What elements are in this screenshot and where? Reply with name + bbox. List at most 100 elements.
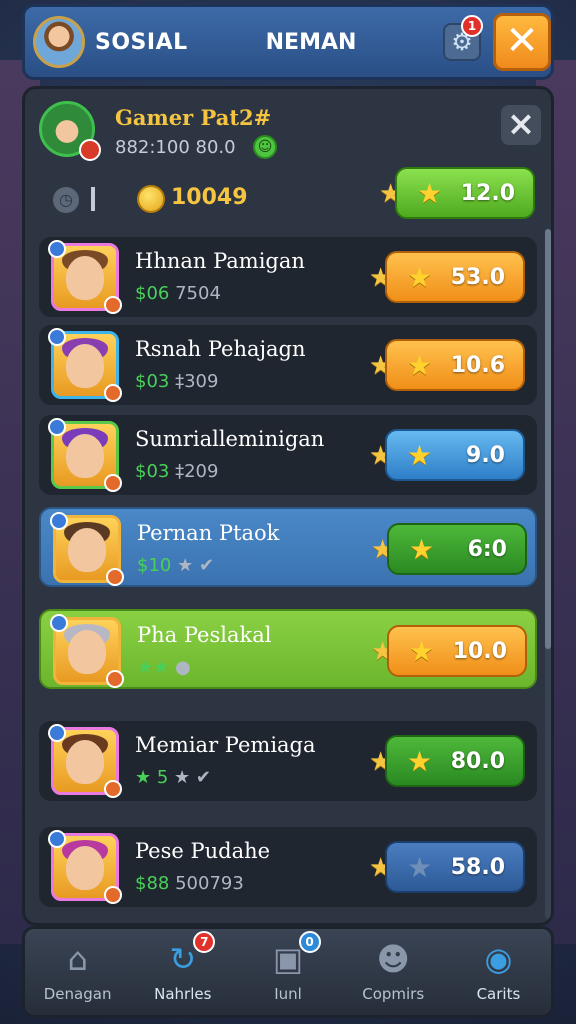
friend-row[interactable]: Pese Pudahe $88 500793 ★ ★ 58.0 [39, 827, 537, 907]
scrollbar-thumb[interactable] [545, 229, 551, 649]
nav-label: Copmirs [362, 985, 425, 1003]
friend-stats-secondary: 7504 [175, 283, 221, 304]
friend-name: Rsnah Pehajagn [135, 337, 306, 361]
star-icon: ★ [407, 438, 433, 472]
friend-avatar[interactable] [48, 240, 122, 314]
close-window-button[interactable]: ✕ [493, 13, 551, 71]
avatar-badge-icon [48, 724, 66, 742]
nav-badge: 0 [298, 931, 321, 953]
star-icon: ★ [407, 260, 433, 294]
player-avatar[interactable] [33, 16, 85, 68]
friend-star-button[interactable]: ★ ★ 53.0 [369, 251, 529, 305]
star-button-body[interactable]: ★ 12.0 [395, 167, 535, 219]
settings-badge: 1 [461, 15, 483, 37]
nav-badge: 7 [193, 931, 216, 953]
avatar-badge-icon [48, 328, 66, 346]
friend-stats-secondary: 500793 [175, 873, 244, 894]
friend-stats-primary: ★ 5 [135, 767, 169, 788]
friend-star-button[interactable]: ★ ★ 6:0 [371, 523, 531, 577]
star-icon: ★ [417, 176, 443, 210]
nav-label: Iunl [274, 985, 302, 1003]
close-panel-button[interactable]: × [501, 105, 541, 145]
friend-name: Memiar Pemiaga [135, 733, 316, 757]
friend-avatar[interactable] [50, 512, 124, 586]
profile-badge-icon [79, 139, 101, 161]
friend-star-button[interactable]: ★ ★ 10.6 [369, 339, 529, 393]
friend-avatar[interactable] [48, 830, 122, 904]
star-button-body[interactable]: ★ 10.0 [387, 625, 527, 677]
avatar-face [68, 630, 106, 674]
avatar-face [66, 846, 104, 890]
friend-stats: ★ 5 ★ ✔ [135, 767, 211, 788]
top-subtitle: NEMAN [265, 29, 357, 55]
star-button-body[interactable]: ★ 6:0 [387, 523, 527, 575]
avatar-badge-icon [50, 614, 68, 632]
star-value: 80.0 [450, 748, 505, 774]
friend-name: Pese Pudahe [135, 839, 271, 863]
avatar-face [66, 740, 104, 784]
avatar-face [66, 434, 104, 478]
friend-row[interactable]: Pha Peslakal ★★ ● ★ ★ 10.0 [39, 609, 537, 689]
profile-star-button[interactable]: ★ ★ 12.0 [379, 167, 539, 221]
friend-name: Hhnan Pamigan [135, 249, 305, 273]
nav-item-home[interactable]: ⌂ Denagan [25, 929, 130, 1015]
bottom-nav: ⌂ Denagan ↻ Nahrles 7 ▣ Iunl 0 ☻ Copmirs… [22, 926, 554, 1018]
friend-row[interactable]: Hhnan Pamigan $06 7504 ★ ★ 53.0 [39, 237, 537, 317]
star-icon: ★ [407, 744, 433, 778]
star-button-body[interactable]: ★ 10.6 [385, 339, 525, 391]
friend-row[interactable]: Rsnah Pehajagn $03 ‡309 ★ ★ 10.6 [39, 325, 537, 405]
star-value: 10.0 [452, 638, 507, 664]
friend-stats: $06 7504 [135, 283, 221, 304]
friend-name: Sumrialleminigan [135, 427, 325, 451]
friends-icon: ☻ [376, 940, 410, 978]
friend-avatar[interactable] [50, 614, 124, 688]
nav-item-friends[interactable]: ☻ Copmirs [341, 929, 446, 1015]
top-title: SOSIAL [95, 29, 188, 55]
friend-row[interactable]: Memiar Pemiaga ★ 5 ★ ✔ ★ ★ 80.0 [39, 721, 537, 801]
star-value: 12.0 [460, 180, 515, 206]
friend-stats-primary: $03 [135, 461, 170, 482]
friend-stats: ★★ ● [137, 657, 191, 678]
avatar-face [68, 528, 106, 572]
friends-panel: Gamer Pat2# 882:100 80.0 ☺ × ◷ 10049 ★ ★… [22, 86, 554, 926]
nav-item-refresh[interactable]: ↻ Nahrles 7 [130, 929, 235, 1015]
friend-stats-primary: $88 [135, 873, 170, 894]
friend-avatar[interactable] [48, 328, 122, 402]
avatar-face [66, 344, 104, 388]
friend-row[interactable]: Pernan Ptaok $10 ★ ✔ ★ ★ 6:0 [39, 507, 537, 587]
friend-star-button[interactable]: ★ ★ 10.0 [371, 625, 531, 679]
avatar-badge-icon [48, 418, 66, 436]
star-icon: ★ [407, 348, 433, 382]
friend-name: Pha Peslakal [137, 623, 272, 647]
avatar-badge-icon [106, 568, 124, 586]
friend-star-button[interactable]: ★ ★ 9.0 [369, 429, 529, 483]
star-button-body[interactable]: ★ 80.0 [385, 735, 525, 787]
avatar-badge-icon [104, 780, 122, 798]
star-button-body[interactable]: ★ 58.0 [385, 841, 525, 893]
star-button-body[interactable]: ★ 53.0 [385, 251, 525, 303]
top-bar: SOSIAL NEMAN ⚙ 1 ✕ [22, 4, 554, 80]
friend-stats-primary: $03 [135, 371, 170, 392]
friend-stats: $03 ‡209 [135, 461, 218, 482]
nav-item-document[interactable]: ▣ Iunl 0 [235, 929, 340, 1015]
friend-stats: $88 500793 [135, 873, 244, 894]
star-value: 6:0 [467, 536, 507, 562]
friend-stats: $03 ‡309 [135, 371, 218, 392]
avatar-badge-icon [106, 670, 124, 688]
friend-star-button[interactable]: ★ ★ 58.0 [369, 841, 529, 895]
star-value: 53.0 [450, 264, 505, 290]
friend-name: Pernan Ptaok [137, 521, 280, 545]
friend-stats-secondary: ‡309 [175, 371, 219, 392]
nav-item-compass[interactable]: ◉ Carits [446, 929, 551, 1015]
avatar-face [66, 256, 104, 300]
friend-avatar[interactable] [48, 418, 122, 492]
profile-code: 882:100 80.0 [115, 137, 236, 158]
friend-row[interactable]: Sumrialleminigan $03 ‡209 ★ ★ 9.0 [39, 415, 537, 495]
avatar-badge-icon [48, 830, 66, 848]
friend-star-button[interactable]: ★ ★ 80.0 [369, 735, 529, 789]
profile-section: Gamer Pat2# 882:100 80.0 ☺ × ◷ 10049 ★ ★… [39, 97, 541, 247]
star-icon: ★ [407, 850, 433, 884]
friend-avatar[interactable] [48, 724, 122, 798]
star-button-body[interactable]: ★ 9.0 [385, 429, 525, 481]
star-icon: ★ [409, 634, 435, 668]
